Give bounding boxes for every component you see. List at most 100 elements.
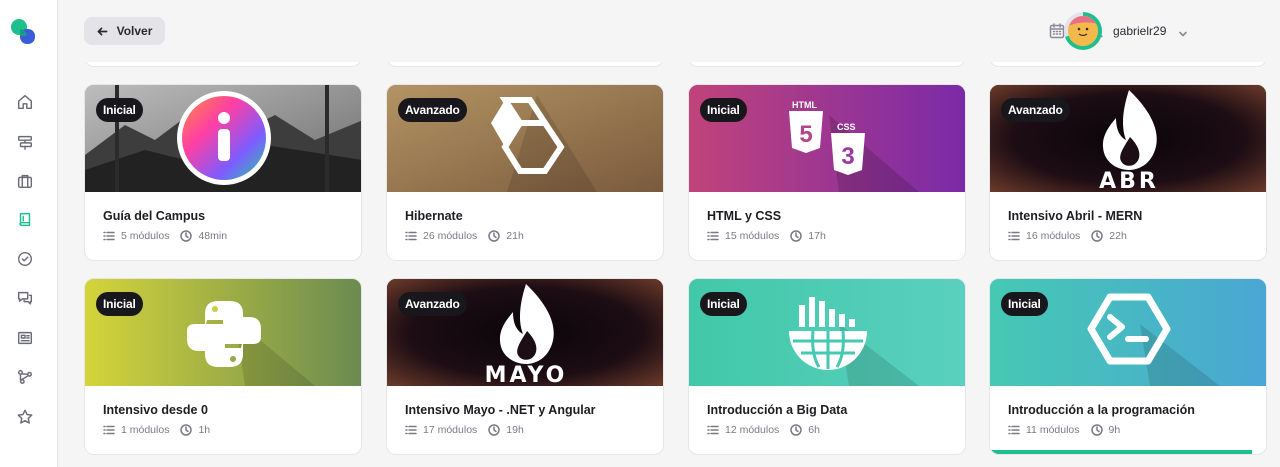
level-badge: Inicial — [96, 292, 143, 316]
course-meta: 16 módulos 22h — [1008, 230, 1127, 242]
chevron-down-icon — [1178, 26, 1188, 37]
course-card[interactable]: Inicial Guía del Campus 5 módulos 48min — [84, 84, 362, 261]
clock-icon — [790, 424, 803, 436]
course-meta: 17 módulos 19h — [405, 424, 524, 436]
course-title: HTML y CSS — [707, 209, 782, 223]
app-logo[interactable] — [10, 18, 36, 46]
clock-icon — [1090, 424, 1103, 436]
sidebar — [0, 0, 58, 467]
user-menu[interactable]: gabrielr29 — [1064, 12, 1212, 50]
course-card[interactable]: Inicial Intensivo desde 0 1 módulos 1h — [84, 278, 362, 455]
course-card[interactable]: MAYO Avanzado Intensivo Mayo - .NET y An… — [386, 278, 664, 455]
course-meta: 5 módulos 48min — [103, 230, 227, 242]
course-duration: 17h — [808, 230, 826, 242]
svg-text:CSS: CSS — [837, 122, 856, 132]
course-banner: Inicial — [990, 279, 1266, 386]
course-title: Intensivo Mayo - .NET y Angular — [405, 403, 596, 417]
level-badge: Avanzado — [398, 292, 467, 316]
course-card[interactable]: ABR Avanzado Intensivo Abril - MERN 16 m… — [989, 84, 1267, 261]
username: gabrielr29 — [1113, 24, 1167, 38]
level-badge: Avanzado — [398, 98, 467, 122]
course-title: Intensivo desde 0 — [103, 403, 208, 417]
course-title: Introducción a la programación — [1008, 403, 1195, 417]
svg-text:5: 5 — [799, 121, 812, 148]
level-badge: Inicial — [700, 292, 747, 316]
arrow-left-icon — [97, 26, 108, 36]
roadmap-icon — [17, 135, 33, 150]
nav-courses[interactable] — [14, 209, 36, 231]
course-meta: 11 módulos 9h — [1008, 424, 1120, 436]
nav-network[interactable] — [14, 366, 36, 388]
modules-count: 5 módulos — [121, 230, 170, 242]
course-duration: 6h — [808, 424, 820, 436]
back-button[interactable]: Volver — [84, 17, 165, 45]
book-icon — [19, 212, 31, 227]
course-duration: 9h — [1108, 424, 1121, 436]
topbar: Volver gabrielr29 — [58, 0, 1280, 62]
level-badge: Avanzado — [1001, 98, 1070, 122]
clock-icon — [488, 424, 501, 436]
list-icon — [405, 425, 417, 435]
list-icon — [1008, 231, 1020, 241]
home-icon — [17, 94, 33, 110]
clock-icon — [180, 230, 193, 242]
course-meta: 1 módulos 1h — [103, 424, 210, 436]
news-icon — [17, 331, 33, 345]
list-icon — [707, 231, 719, 241]
list-icon — [103, 231, 115, 241]
nav-community[interactable] — [14, 287, 36, 309]
modules-count: 26 módulos — [423, 230, 478, 242]
level-badge: Inicial — [1001, 292, 1048, 316]
svg-text:HTML: HTML — [792, 100, 817, 110]
course-title: Intensivo Abril - MERN — [1008, 209, 1143, 223]
modules-count: 17 módulos — [423, 424, 478, 436]
banner-text: MAYO — [485, 363, 568, 386]
course-card[interactable]: Avanzado Hibernate 26 módulos 21h — [386, 84, 664, 261]
course-duration: 1h — [198, 424, 211, 436]
course-meta: 12 módulos 6h — [707, 424, 820, 436]
clock-icon — [488, 230, 501, 242]
nav-certifications[interactable] — [14, 248, 36, 270]
list-icon — [103, 425, 115, 435]
nav-favorites[interactable] — [14, 406, 36, 428]
level-badge: Inicial — [96, 98, 143, 122]
course-meta: 15 módulos 17h — [707, 230, 826, 242]
course-card[interactable]: Inicial Introducción a Big Data 12 módul… — [688, 278, 966, 455]
progress-bar — [990, 450, 1253, 454]
list-icon — [405, 231, 417, 241]
course-title: Guía del Campus — [103, 209, 206, 223]
svg-text:3: 3 — [841, 143, 854, 170]
course-title: Hibernate — [405, 209, 463, 223]
course-duration: 19h — [506, 424, 524, 436]
course-banner: Avanzado — [387, 85, 663, 192]
course-meta: 26 módulos 21h — [405, 230, 524, 242]
course-banner: MAYO Avanzado — [387, 279, 663, 386]
course-duration: 21h — [506, 230, 524, 242]
network-icon — [17, 369, 33, 385]
nav-roadmap[interactable] — [14, 131, 36, 153]
nav-news[interactable] — [14, 327, 36, 349]
modules-count: 11 módulos — [1026, 424, 1080, 436]
modules-count: 16 módulos — [1026, 230, 1081, 242]
modules-count: 15 módulos — [725, 230, 780, 242]
star-icon — [17, 409, 33, 424]
course-card[interactable]: HTML 5 CSS 3 Inicial HTML y CSS 15 módul… — [688, 84, 966, 261]
course-banner: Inicial — [85, 85, 361, 192]
list-icon — [1008, 425, 1020, 435]
course-duration: 22h — [1109, 230, 1127, 242]
course-banner: HTML 5 CSS 3 Inicial — [689, 85, 965, 192]
banner-text: ABR — [1099, 169, 1159, 192]
nav-jobs[interactable] — [14, 170, 36, 192]
course-banner: ABR Avanzado — [990, 85, 1266, 192]
clock-icon — [790, 230, 803, 242]
modules-count: 12 módulos — [725, 424, 780, 436]
back-button-label: Volver — [116, 24, 153, 38]
level-badge: Inicial — [700, 98, 747, 122]
course-card[interactable]: Inicial Introducción a la programación 1… — [989, 278, 1267, 455]
clock-icon — [1091, 230, 1104, 242]
nav-home[interactable] — [14, 91, 36, 113]
course-title: Introducción a Big Data — [707, 403, 848, 417]
clock-icon — [180, 424, 193, 436]
briefcase-icon — [17, 174, 33, 189]
avatar — [1064, 12, 1102, 50]
